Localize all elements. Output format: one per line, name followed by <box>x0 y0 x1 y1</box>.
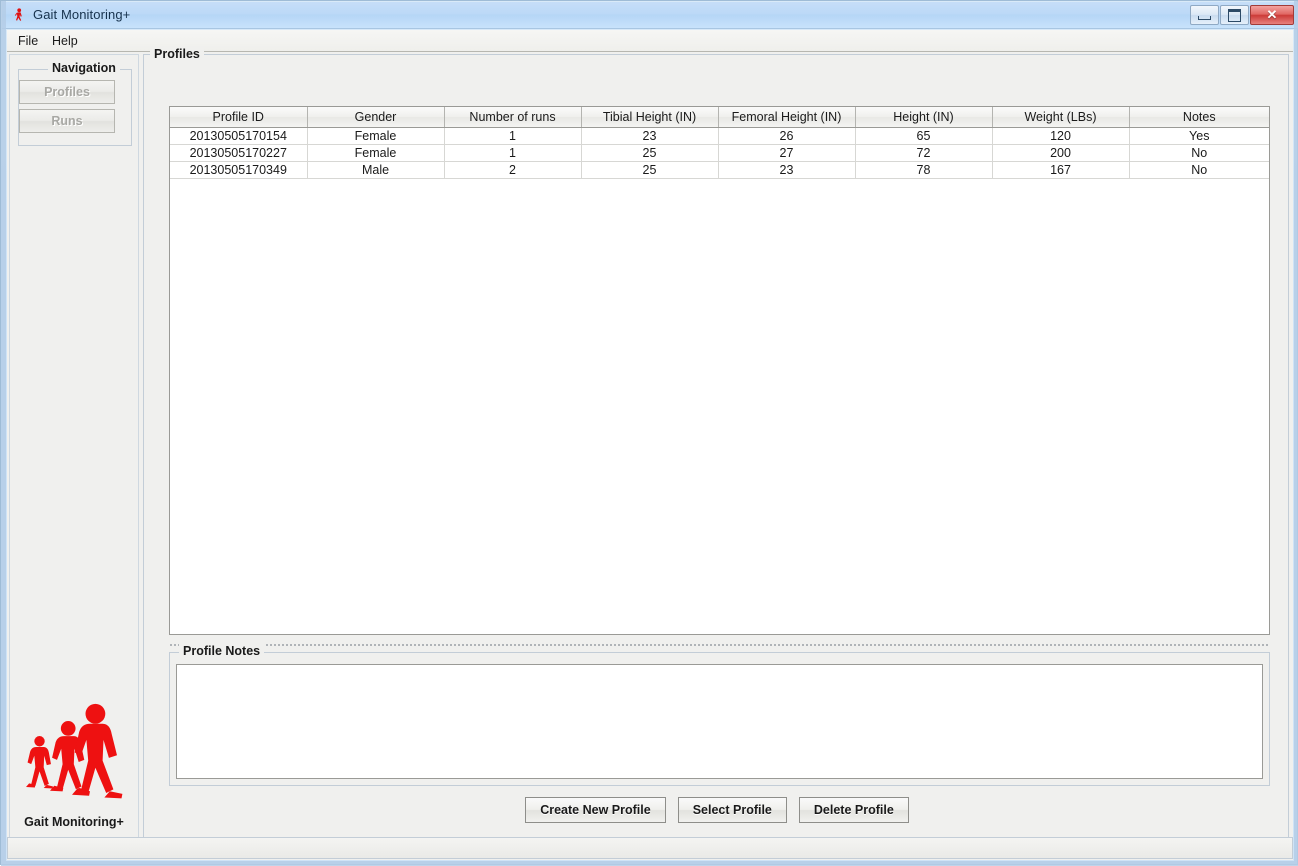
table-cell: 72 <box>855 144 993 162</box>
menu-item-help[interactable]: Help <box>47 33 83 49</box>
table-row[interactable]: 20130505170349 Male 2 25 23 78 167 No <box>170 161 1269 179</box>
profiles-panel-title: Profiles <box>150 47 204 61</box>
table-cell: No <box>1129 161 1269 179</box>
table-header-row: Profile ID Gender Number of runs Tibial … <box>170 107 1269 128</box>
window-controls: ✕ <box>1190 5 1294 26</box>
table-cell: 78 <box>855 161 993 179</box>
profiles-panel: Profiles Profile ID Gender Number of run… <box>143 47 1290 838</box>
title-bar: Gait Monitoring+ ✕ <box>2 2 1298 29</box>
table-cell: 1 <box>444 127 582 145</box>
sidebar-item-runs[interactable]: Runs <box>19 109 115 133</box>
table-cell: 120 <box>992 127 1130 145</box>
profiles-table: Profile ID Gender Number of runs Tibial … <box>170 107 1269 179</box>
minimize-icon <box>1198 15 1211 20</box>
table-cell: 20130505170227 <box>170 144 308 162</box>
table-cell: Yes <box>1129 127 1269 145</box>
walking-person-icon <box>12 8 26 24</box>
table-cell: 20130505170154 <box>170 127 308 145</box>
app-logo-caption: Gait Monitoring+ <box>24 815 124 829</box>
minimize-button[interactable] <box>1190 5 1219 25</box>
content-area: Navigation Profiles Runs Gait Monitoring… <box>7 47 1293 860</box>
table-cell: 25 <box>581 144 719 162</box>
sidebar-item-profiles[interactable]: Profiles <box>19 80 115 104</box>
table-cell: 1 <box>444 144 582 162</box>
navigation-group-title: Navigation <box>48 61 120 75</box>
profile-notes-textarea[interactable] <box>176 664 1263 779</box>
close-button[interactable]: ✕ <box>1250 5 1294 25</box>
table-cell: 200 <box>992 144 1130 162</box>
delete-profile-button[interactable]: Delete Profile <box>798 797 909 823</box>
application-window: Gait Monitoring+ ✕ File Help Navigation … <box>0 0 1298 866</box>
column-header[interactable]: Profile ID <box>170 107 308 128</box>
select-profile-button[interactable]: Select Profile <box>677 797 787 823</box>
table-cell: 65 <box>855 127 993 145</box>
window-title: Gait Monitoring+ <box>33 7 131 22</box>
profile-notes-title: Profile Notes <box>179 644 265 658</box>
column-header[interactable]: Notes <box>1129 107 1269 128</box>
profiles-table-container[interactable]: Profile ID Gender Number of runs Tibial … <box>169 106 1270 635</box>
column-header[interactable]: Number of runs <box>444 107 582 128</box>
table-cell: 23 <box>718 161 856 179</box>
table-cell: Female <box>307 144 445 162</box>
table-row[interactable]: 20130505170227 Female 1 25 27 72 200 No <box>170 144 1269 162</box>
table-cell: 23 <box>581 127 719 145</box>
table-cell: 27 <box>718 144 856 162</box>
gait-walkers-logo-icon <box>22 703 126 813</box>
maximize-icon <box>1228 8 1241 22</box>
table-cell: 26 <box>718 127 856 145</box>
table-cell: Female <box>307 127 445 145</box>
maximize-button[interactable] <box>1220 5 1249 25</box>
column-header[interactable]: Femoral Height (IN) <box>718 107 856 128</box>
menu-item-file[interactable]: File <box>13 33 43 49</box>
table-cell: 25 <box>581 161 719 179</box>
table-cell: 2 <box>444 161 582 179</box>
split-pane-divider[interactable] <box>169 641 1270 646</box>
table-cell: No <box>1129 144 1269 162</box>
column-header[interactable]: Height (IN) <box>855 107 993 128</box>
table-cell: 167 <box>992 161 1130 179</box>
table-cell: Male <box>307 161 445 179</box>
column-header[interactable]: Tibial Height (IN) <box>581 107 719 128</box>
sidebar-panel: Navigation Profiles Runs Gait Monitoring… <box>9 54 139 838</box>
action-button-bar: Create New Profile Select Profile Delete… <box>144 797 1290 823</box>
status-bar <box>7 837 1293 859</box>
table-cell: 20130505170349 <box>170 161 308 179</box>
column-header[interactable]: Gender <box>307 107 445 128</box>
table-row[interactable]: 20130505170154 Female 1 23 26 65 120 Yes <box>170 127 1269 145</box>
profile-notes-group <box>169 652 1270 786</box>
create-new-profile-button[interactable]: Create New Profile <box>525 797 666 823</box>
app-logo: Gait Monitoring+ <box>10 703 138 837</box>
column-header[interactable]: Weight (LBs) <box>992 107 1130 128</box>
